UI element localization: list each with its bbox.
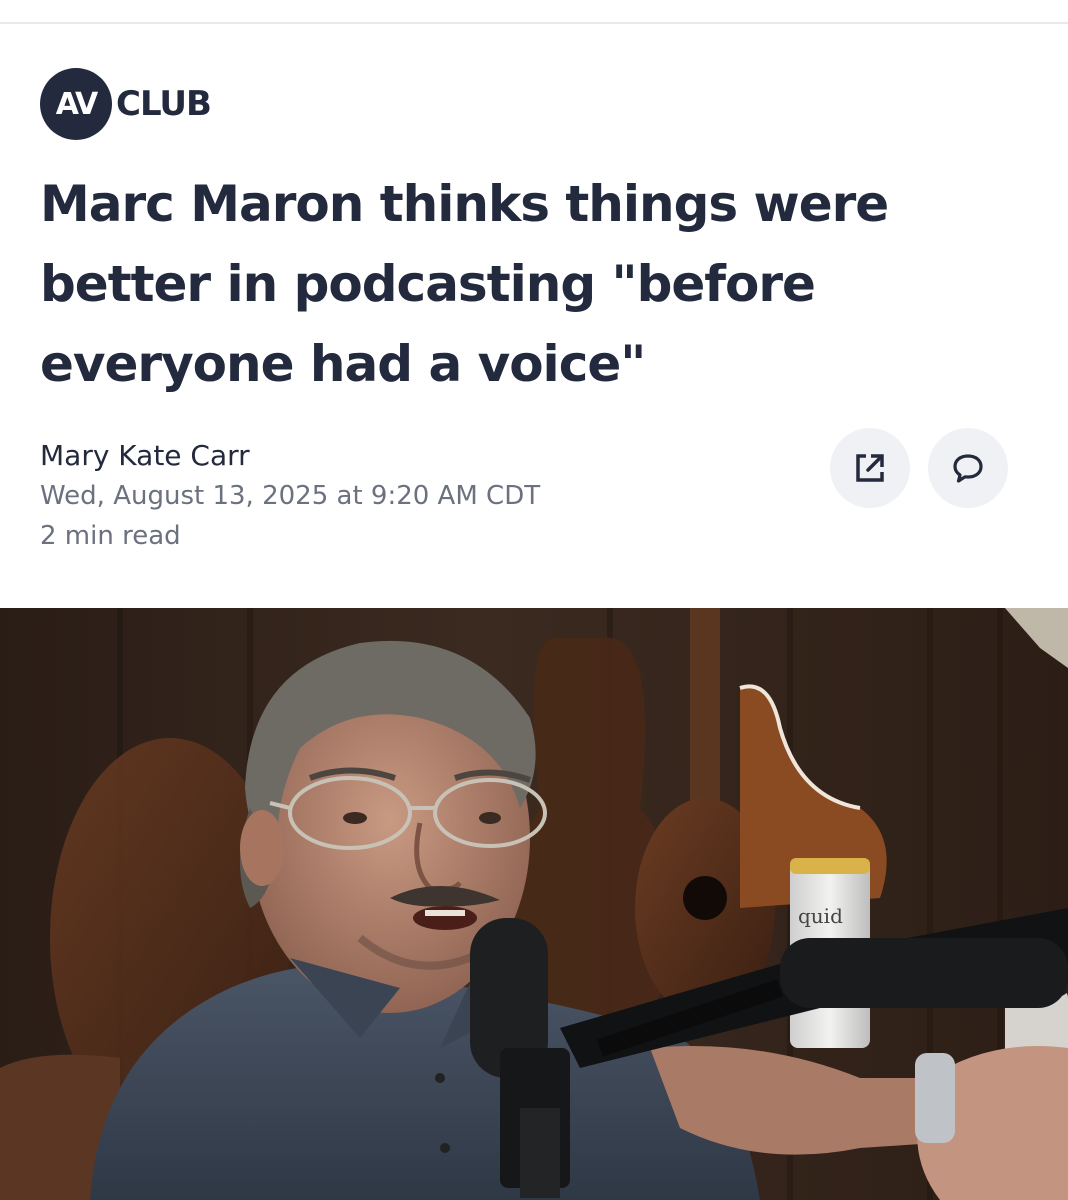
logo-wordmark: CLUB	[116, 84, 212, 124]
speech-bubble-icon	[953, 454, 983, 483]
article-headline: Marc Maron thinks things were better in …	[40, 175, 889, 393]
byline: Mary Kate Carr Wed, August 13, 2025 at 9…	[40, 436, 540, 556]
hero-photo: quid	[0, 608, 1068, 1200]
share-button[interactable]	[830, 428, 910, 508]
read-time: 2 min read	[40, 521, 181, 551]
can-label: quid	[798, 904, 843, 928]
external-link-icon	[856, 454, 884, 482]
comments-button[interactable]	[928, 428, 1008, 508]
author-name[interactable]: Mary Kate Carr	[40, 436, 540, 476]
logo-badge: AV	[40, 68, 112, 140]
publish-timestamp: Wed, August 13, 2025 at 9:20 AM CDT	[40, 481, 541, 511]
hero-image[interactable]: quid	[0, 608, 1068, 1200]
av-club-logo[interactable]: AV CLUB	[40, 68, 212, 140]
